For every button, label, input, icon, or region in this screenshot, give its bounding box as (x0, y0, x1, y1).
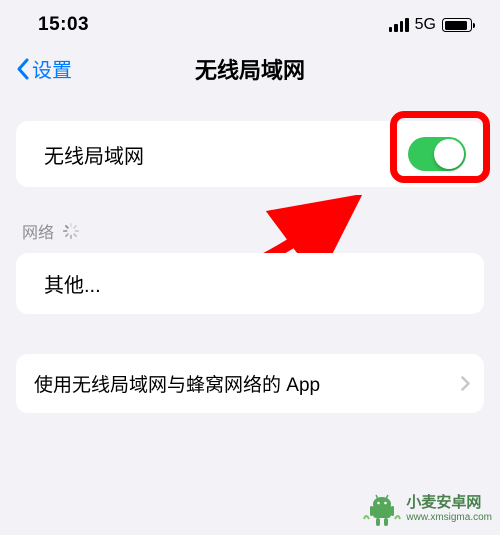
nav-bar: 设置 无线局域网 (0, 44, 500, 103)
chevron-right-icon (461, 376, 470, 391)
networks-header: 网络 (16, 209, 484, 253)
back-button[interactable]: 设置 (16, 54, 72, 83)
apps-row-label: 使用无线局域网与蜂窝网络的 App (34, 370, 320, 397)
other-network-label: 其他... (44, 269, 101, 298)
page-title: 无线局域网 (195, 53, 305, 85)
spinner-icon (62, 222, 80, 240)
chevron-left-icon (16, 58, 29, 80)
network-type: 5G (415, 16, 436, 34)
wifi-label: 无线局域网 (44, 140, 144, 169)
cellular-signal-icon (389, 18, 409, 32)
wifi-toggle-row: 无线局域网 (16, 121, 484, 187)
watermark-name: 小麦安卓网 (406, 495, 492, 512)
watermark-url: www.xmsigma.com (406, 512, 492, 523)
status-bar: 15:03 5G (0, 0, 500, 44)
watermark-logo-icon (362, 489, 402, 529)
wifi-toggle[interactable] (408, 137, 466, 171)
networks-header-label: 网络 (22, 219, 54, 243)
watermark: 小麦安卓网 www.xmsigma.com (362, 489, 492, 529)
other-network-row[interactable]: 其他... (16, 253, 484, 314)
status-time: 15:03 (38, 14, 89, 36)
back-label: 设置 (32, 54, 72, 83)
apps-using-wifi-row[interactable]: 使用无线局域网与蜂窝网络的 App (16, 354, 484, 413)
status-right: 5G (389, 16, 472, 34)
battery-icon (442, 18, 472, 32)
